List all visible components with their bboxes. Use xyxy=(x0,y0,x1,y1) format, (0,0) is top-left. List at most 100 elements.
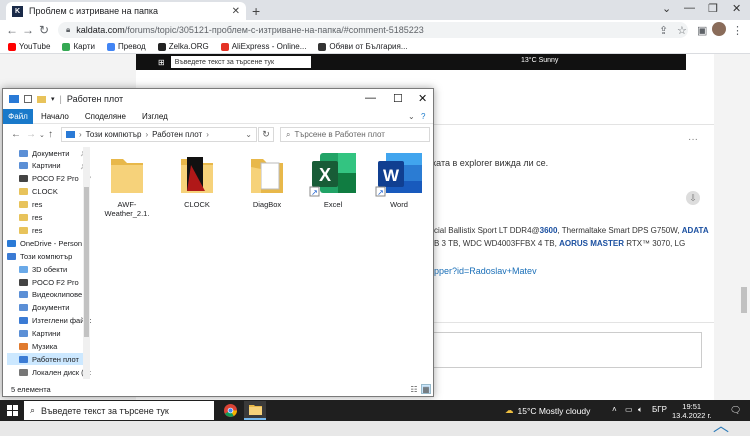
help-icon[interactable]: ? xyxy=(421,112,425,121)
nav-item-label: Документи xyxy=(32,148,70,158)
windows-start-icon[interactable] xyxy=(7,405,18,416)
new-folder-icon[interactable] xyxy=(37,95,46,103)
nav-item-label: Музика xyxy=(32,342,58,351)
notifications-icon[interactable]: 🗨︎ xyxy=(730,405,741,416)
language-indicator[interactable]: БГР xyxy=(652,405,667,414)
nav-item[interactable]: Този компютър xyxy=(7,250,89,262)
taskbar-weather[interactable]: ☁ 15°C Mostly cloudy xyxy=(505,405,590,416)
bookmark-item[interactable]: AliExpress - Online... xyxy=(220,42,306,51)
chrome-taskbar-icon[interactable] xyxy=(219,401,241,420)
quick-access-toolbar-chevron-icon[interactable]: ▾ xyxy=(51,95,55,103)
properties-icon[interactable] xyxy=(24,95,32,103)
bookmark-favicon-icon xyxy=(318,42,327,51)
new-tab-icon[interactable]: + xyxy=(252,3,260,19)
file-item-awf-weather[interactable]: AWF-Weather_2.1. xyxy=(95,151,159,218)
file-item-clock[interactable]: CLOCK xyxy=(165,151,229,209)
nav-item-icon xyxy=(19,278,28,286)
nav-item[interactable]: Музика xyxy=(7,341,89,353)
explorer-title-bar[interactable]: ▾ | Работен плот — ☐ ✕ xyxy=(3,89,433,109)
file-item-diagbox[interactable]: DiagBox xyxy=(235,151,299,209)
nav-item[interactable]: Картини xyxy=(7,328,89,340)
bookmark-item[interactable]: Обяви от България... xyxy=(318,42,408,51)
ribbon-tab-file[interactable]: Файл xyxy=(3,108,33,124)
svg-text:W: W xyxy=(383,166,400,185)
bookmark-item[interactable]: Zelka.ORG xyxy=(157,42,209,51)
maximize-icon[interactable]: ❐ xyxy=(708,2,718,15)
post-more-icon[interactable]: ··· xyxy=(688,134,698,145)
bookmark-item[interactable]: Карти xyxy=(62,42,95,51)
nav-item[interactable]: Видеоклипове xyxy=(7,289,89,301)
chevron-down-icon[interactable]: ⌄ xyxy=(662,2,671,15)
nav-item[interactable]: Документи xyxy=(7,302,89,314)
breadcrumb-desktop[interactable]: Работен плот xyxy=(152,130,202,139)
bookmark-item[interactable]: YouTube xyxy=(8,42,50,51)
bookmark-item[interactable]: Превод xyxy=(106,42,146,51)
nav-item[interactable]: res xyxy=(7,212,89,224)
nav-item[interactable]: Изтеглени файлове xyxy=(7,315,91,327)
reaction-icon[interactable]: ⇩ xyxy=(686,191,700,205)
nav-item-icon xyxy=(19,162,28,170)
tray-chevron-up-icon[interactable]: ˄ xyxy=(612,405,617,414)
explorer-address-bar[interactable]: › Този компютър › Работен плот › ⌄ xyxy=(61,127,257,142)
minimize-icon[interactable]: — xyxy=(684,2,695,14)
side-panel-icon[interactable]: ▣ xyxy=(697,24,707,37)
share-icon[interactable]: ⇪ xyxy=(659,24,668,37)
nav-item[interactable]: res xyxy=(7,224,89,236)
nav-item[interactable]: Работен плот xyxy=(7,353,89,366)
profile-link[interactable]: pper?id=Radoslav+Matev xyxy=(434,266,537,276)
chevron-down-icon[interactable]: ⌄ xyxy=(245,130,252,139)
avatar[interactable] xyxy=(712,22,726,36)
address-bar[interactable]: 🔒︎ kaldata.com/forums/topic/305121-пробл… xyxy=(58,22,688,38)
ribbon-tab-home[interactable]: Начало xyxy=(33,112,77,121)
large-icons-view-icon[interactable]: ▦ xyxy=(421,384,431,394)
page-scrollbar[interactable] xyxy=(741,287,747,313)
volume-icon[interactable]: 🔈︎ xyxy=(638,405,643,415)
explorer-search-input[interactable]: ⌕ Търсене в Работен плот xyxy=(280,127,430,142)
nav-item[interactable]: Документи📌︎ xyxy=(7,147,89,159)
nav-item[interactable]: Картини📌︎ xyxy=(7,160,89,172)
forward-icon[interactable]: → xyxy=(26,129,36,140)
reload-icon[interactable]: ↻ xyxy=(39,23,49,37)
recent-locations-icon[interactable]: ⌄ xyxy=(39,131,45,139)
taskbar-clock[interactable]: 19:51 13.4.2022 г. xyxy=(672,402,711,420)
up-icon[interactable]: ↑ xyxy=(48,129,53,140)
refresh-icon[interactable]: ↻ xyxy=(258,127,274,142)
minimize-icon[interactable]: — xyxy=(365,92,376,104)
close-window-icon[interactable]: ✕ xyxy=(418,92,427,105)
ribbon-tab-share[interactable]: Споделяне xyxy=(77,112,134,121)
clock-time: 19:51 xyxy=(682,402,702,411)
reply-box[interactable] xyxy=(430,332,702,368)
item-count: 5 елемента xyxy=(11,384,51,394)
breadcrumb-this-pc[interactable]: Този компютър xyxy=(86,130,142,139)
ribbon-tab-view[interactable]: Изглед xyxy=(134,112,176,121)
close-window-icon[interactable]: ✕ xyxy=(732,2,741,15)
details-view-icon[interactable]: ☷ xyxy=(409,384,419,394)
nav-item[interactable]: POCO F2 Pro xyxy=(7,276,89,288)
file-explorer-taskbar-icon[interactable] xyxy=(244,401,266,420)
taskbar-search-input[interactable]: ⌕ Въведете текст за търсене тук xyxy=(24,401,214,420)
nav-item-icon xyxy=(19,226,28,234)
tab-title: Проблем с изтриване на папка xyxy=(29,6,159,16)
nav-item[interactable]: Локален диск (C:) xyxy=(7,366,91,378)
bookmark-star-icon[interactable]: ☆ xyxy=(677,24,687,37)
network-icon[interactable]: ▭ xyxy=(625,405,633,414)
back-icon[interactable]: ← xyxy=(11,129,21,140)
browser-tab[interactable]: K Проблем с изтриване на папка ✕ xyxy=(6,2,246,20)
nav-item-icon xyxy=(19,214,28,221)
nav-item[interactable]: 3D обекти xyxy=(7,263,89,275)
navigation-scrollbar[interactable] xyxy=(83,147,90,379)
nav-item-label: Видеоклипове xyxy=(32,290,83,300)
maximize-icon[interactable]: ☐ xyxy=(393,92,403,105)
back-icon[interactable]: ← xyxy=(6,23,18,37)
menu-icon[interactable]: ⋮ xyxy=(732,24,743,37)
file-item-word[interactable]: W ↗ Word xyxy=(367,151,431,209)
nav-item[interactable]: res xyxy=(7,199,89,211)
nav-item[interactable]: CLOCK xyxy=(7,186,89,198)
nav-item[interactable]: POCO F2 Pro📌︎ xyxy=(7,173,91,185)
close-tab-icon[interactable]: ✕ xyxy=(232,6,240,17)
forward-icon[interactable]: → xyxy=(22,23,34,37)
nav-item[interactable]: OneDrive - Person xyxy=(7,237,89,249)
file-item-excel[interactable]: X ↗ Excel xyxy=(301,151,365,209)
nav-item-label: CLOCK xyxy=(32,187,58,197)
expand-ribbon-icon[interactable]: ⌄ xyxy=(408,112,415,121)
